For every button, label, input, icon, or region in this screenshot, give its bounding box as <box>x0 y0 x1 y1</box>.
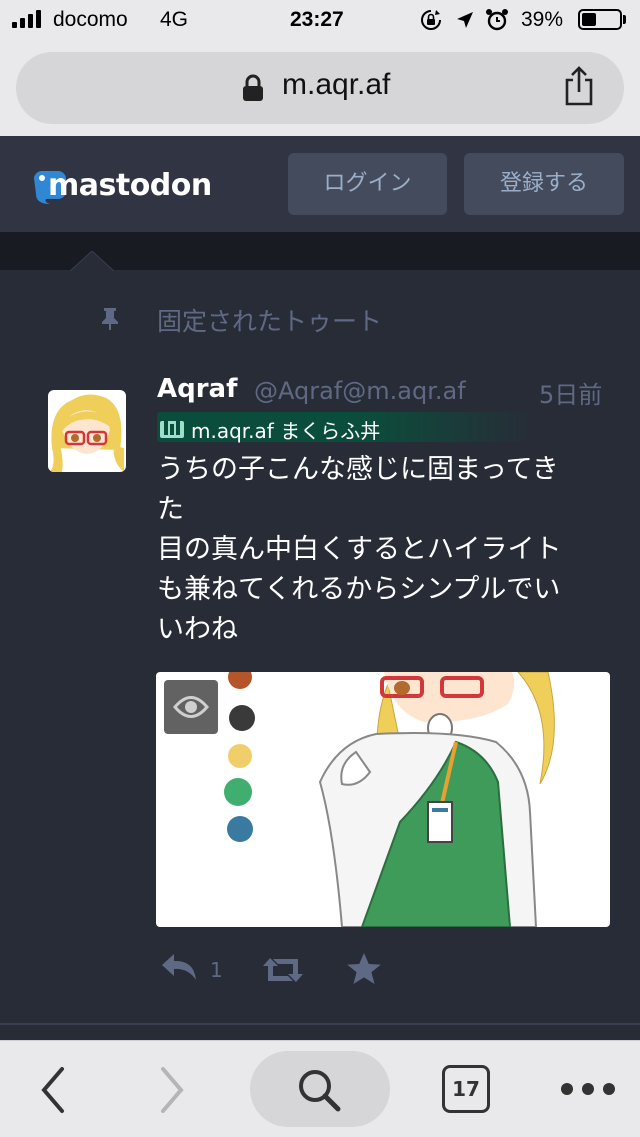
color-swatch <box>227 816 253 842</box>
signal-icon <box>12 10 48 28</box>
boost-icon[interactable] <box>262 954 304 986</box>
color-swatch <box>229 705 255 731</box>
forward-icon[interactable] <box>157 1065 187 1115</box>
back-icon[interactable] <box>38 1065 68 1115</box>
lock-icon <box>243 74 263 101</box>
post-content-line: た <box>157 494 184 525</box>
location-icon <box>457 12 473 28</box>
attached-illustration <box>224 672 555 927</box>
reply-button[interactable]: 1 <box>160 950 223 986</box>
status-bar: docomo 4G 23:27 39% <box>0 0 640 40</box>
search-button[interactable] <box>250 1051 390 1127</box>
media-attachment[interactable] <box>156 672 610 927</box>
address-bar[interactable]: m.aqr.af <box>16 52 624 124</box>
mastodon-header: mastodon ログイン 登録する <box>0 136 640 232</box>
eye-icon <box>173 696 209 718</box>
hide-media-button[interactable] <box>164 680 218 734</box>
column-pointer <box>70 251 114 271</box>
pinned-label: 固定されたトゥート <box>157 307 383 336</box>
search-icon <box>299 1070 341 1112</box>
post-divider <box>0 1023 640 1025</box>
share-icon[interactable] <box>562 66 596 106</box>
browser-address-area: m.aqr.af <box>0 40 640 136</box>
reply-count: 1 <box>210 958 223 982</box>
pin-icon <box>102 308 118 330</box>
color-swatch <box>228 672 252 689</box>
timeline: 固定されたトゥート Aqraf @Aqraf@m.aqr.af 5日前 m.aq… <box>0 251 640 1040</box>
post-content-line: いわね <box>157 614 238 645</box>
post-content: うちの子こんな感じに固まってき た 目の真ん中白くするとハイライト も兼ねてくれ… <box>157 450 627 650</box>
avatar[interactable] <box>48 390 126 472</box>
instance-icon <box>160 417 184 438</box>
instance-badge: m.aqr.af まくらふ丼 <box>157 412 533 443</box>
post-content-line: うちの子こんな感じに固まってき <box>157 454 559 485</box>
login-button[interactable]: ログイン <box>288 153 447 215</box>
battery-icon <box>578 9 622 30</box>
url-text: m.aqr.af <box>282 68 391 101</box>
more-icon[interactable] <box>561 1083 617 1095</box>
browser-toolbar: 17 <box>0 1040 640 1137</box>
timestamp[interactable]: 5日前 <box>539 375 602 410</box>
battery-percent: 39% <box>521 8 564 31</box>
tabs-button[interactable]: 17 <box>442 1065 490 1113</box>
mastodon-logo-text: mastodon <box>48 168 212 203</box>
color-swatch <box>228 744 252 768</box>
tab-count: 17 <box>452 1077 480 1101</box>
color-swatch <box>224 778 252 806</box>
carrier-label: docomo <box>53 8 128 31</box>
display-name[interactable]: Aqraf <box>157 374 237 404</box>
reply-icon <box>162 954 196 980</box>
signup-button[interactable]: 登録する <box>464 153 624 215</box>
clock: 23:27 <box>290 8 344 31</box>
account-handle[interactable]: @Aqraf@m.aqr.af <box>254 377 466 405</box>
post-content-line: 目の真ん中白くするとハイライト <box>157 534 562 565</box>
post-content-line: も兼ねてくれるからシンプルでい <box>157 574 561 605</box>
network-label: 4G <box>160 8 189 31</box>
favourite-icon[interactable] <box>346 952 382 986</box>
alarm-icon <box>486 9 508 31</box>
rotation-lock-icon <box>421 10 441 30</box>
instance-badge-label: m.aqr.af まくらふ丼 <box>191 419 381 443</box>
